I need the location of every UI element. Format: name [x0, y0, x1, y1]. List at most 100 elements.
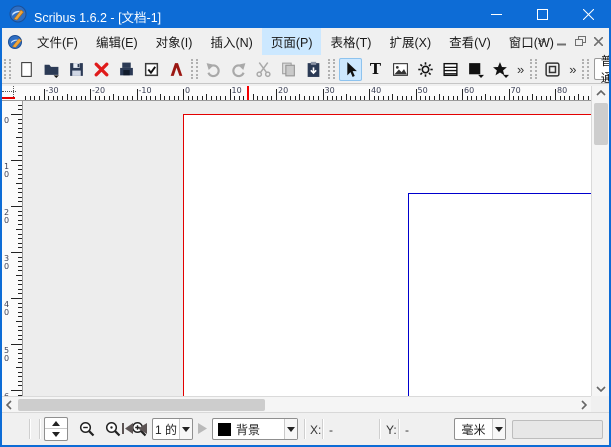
horizontal-scrollbar[interactable] [2, 396, 591, 412]
menu-item-insert[interactable]: 插入(N) [201, 28, 261, 55]
combo-arrow-button[interactable] [179, 419, 192, 439]
ruler-origin-corner[interactable] [2, 86, 23, 101]
window-close-button[interactable] [565, 0, 611, 28]
new-document-button[interactable] [15, 58, 38, 81]
vertical-ruler[interactable]: 0102030405060 [2, 101, 23, 396]
previous-page-button[interactable] [136, 422, 149, 435]
title-bar[interactable]: Scribus 1.6.2 - [文档-1] [0, 0, 611, 28]
cursor-arrow-icon [342, 61, 359, 78]
menu-item-extensions[interactable]: 扩展(X) [380, 28, 440, 55]
combo-arrow-button[interactable] [284, 419, 297, 439]
horizontal-scrollbar-thumb[interactable] [18, 399, 265, 411]
scroll-up-button[interactable] [592, 86, 610, 100]
toolbar-drag-handle[interactable] [191, 59, 198, 79]
canvas-viewport[interactable] [24, 101, 591, 396]
menu-items: 文件(F)编辑(E)对象(I)插入(N)页面(P)表格(T)扩展(X)查看(V)… [28, 28, 563, 55]
insert-image-frame-button[interactable] [389, 58, 412, 81]
menu-item-edit[interactable]: 编辑(E) [87, 28, 147, 55]
image-frame-icon [392, 61, 409, 78]
undo-icon [205, 61, 222, 78]
separator [322, 419, 323, 439]
spin-down-button[interactable] [45, 429, 67, 440]
pdf-tools-button[interactable] [541, 58, 564, 81]
toolbar-drag-handle[interactable] [4, 59, 11, 79]
window-maximize-button[interactable] [519, 0, 565, 28]
separator [398, 419, 399, 439]
first-page-button[interactable] [121, 422, 134, 435]
maximize-icon [537, 9, 548, 20]
mdi-restore-button[interactable] [572, 34, 588, 49]
insert-shape-button[interactable] [464, 58, 487, 81]
preflight-verifier-button[interactable] [140, 58, 163, 81]
redo-button[interactable] [227, 58, 250, 81]
star-icon [492, 61, 509, 78]
menu-item-object[interactable]: 对象(I) [147, 28, 202, 55]
progress-area [512, 420, 603, 439]
scrollbar-corner [591, 396, 609, 412]
cut-button[interactable] [252, 58, 275, 81]
export-pdf-button[interactable] [165, 58, 188, 81]
zoom-100-button[interactable] [104, 420, 122, 438]
menu-bar: 文件(F)编辑(E)对象(I)插入(N)页面(P)表格(T)扩展(X)查看(V)… [2, 28, 609, 55]
horizontal-ruler[interactable]: -30-20-1001020304050607080 [23, 86, 591, 101]
vertical-scrollbar-thumb[interactable] [594, 103, 608, 145]
scribus-window: Scribus 1.6.2 - [文档-1] 文件(F)编辑(E)对象(I)插入… [0, 0, 611, 447]
select-item-button[interactable] [339, 58, 362, 81]
triangle-down-icon [287, 427, 295, 432]
mouse-position-indicator [247, 86, 249, 101]
redo-icon [230, 61, 247, 78]
page[interactable] [183, 114, 591, 396]
insert-text-frame-button[interactable]: T [364, 58, 387, 81]
paste-button[interactable] [302, 58, 325, 81]
text-frame-icon: T [370, 62, 381, 77]
triangle-down-icon [495, 427, 503, 432]
shape-square-icon [467, 61, 484, 78]
toolbar-drag-handle[interactable] [582, 59, 588, 79]
combo-arrow-button[interactable] [492, 419, 505, 439]
render-frame-gear-icon [417, 61, 434, 78]
close-document-button[interactable] [90, 58, 113, 81]
mdi-minimize-button[interactable] [553, 34, 569, 49]
insert-polygon-button[interactable] [489, 58, 512, 81]
toolbar-drag-handle[interactable] [328, 59, 335, 79]
close-icon [583, 9, 594, 20]
nested-frames-icon [544, 61, 561, 78]
page-number-combobox[interactable]: 1 的 [152, 418, 193, 440]
layer-combobox[interactable]: 背景 [212, 418, 298, 440]
zoom-level-spinbox[interactable] [44, 417, 68, 441]
mdi-close-button[interactable] [590, 34, 606, 49]
toolbar: T » » [2, 55, 609, 84]
view-mode-toolbar: 普通 » [580, 55, 611, 84]
copy-icon [280, 61, 297, 78]
menu-overflow-button[interactable]: » [538, 33, 545, 48]
scroll-down-button[interactable] [592, 382, 610, 396]
save-document-button[interactable] [65, 58, 88, 81]
zoom-out-button[interactable] [78, 420, 96, 438]
next-page-button[interactable] [196, 422, 209, 435]
separator [379, 419, 380, 439]
spin-up-button[interactable] [45, 418, 67, 429]
menu-item-table[interactable]: 表格(T) [321, 28, 380, 55]
y-coordinate-value: - [405, 423, 409, 437]
undo-button[interactable] [202, 58, 225, 81]
pdf-overflow-button[interactable]: » [565, 62, 580, 77]
insert-render-frame-button[interactable] [414, 58, 437, 81]
vertical-scrollbar[interactable] [591, 86, 609, 396]
unit-combobox[interactable]: 毫米 [454, 418, 506, 440]
insert-table-button[interactable] [439, 58, 462, 81]
menu-item-page[interactable]: 页面(P) [262, 28, 322, 55]
menu-item-file[interactable]: 文件(F) [28, 28, 87, 55]
copy-button[interactable] [277, 58, 300, 81]
page-number-value: 1 的 [153, 421, 179, 438]
print-button[interactable] [115, 58, 138, 81]
toolbar-drag-handle[interactable] [530, 59, 537, 79]
scroll-left-button[interactable] [2, 397, 16, 413]
scroll-right-button[interactable] [577, 397, 591, 413]
chevron-left-icon [6, 400, 12, 410]
open-document-button[interactable] [40, 58, 63, 81]
tools-overflow-button[interactable]: » [513, 62, 528, 77]
layer-name: 背景 [236, 421, 284, 438]
margin-guides [408, 193, 591, 396]
menu-item-view[interactable]: 查看(V) [440, 28, 500, 55]
window-minimize-button[interactable] [473, 0, 519, 28]
